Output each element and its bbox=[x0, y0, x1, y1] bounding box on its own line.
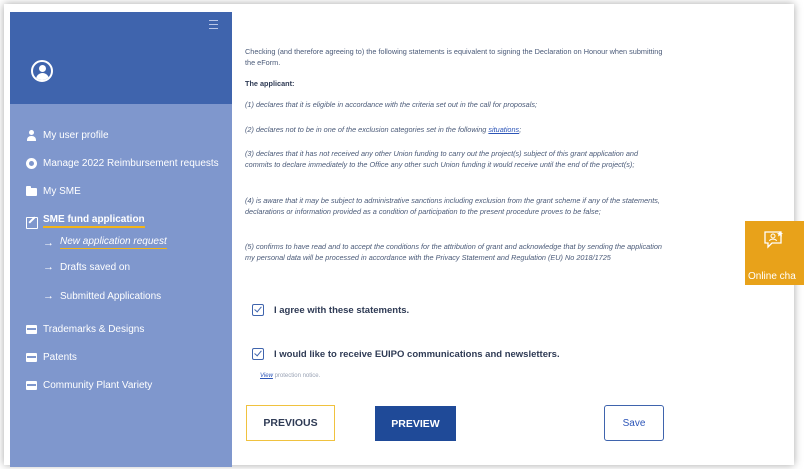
agree-label: I agree with these statements. bbox=[274, 304, 410, 316]
sidebar-subitem-submitted[interactable]: → Submitted Applications bbox=[43, 290, 161, 302]
sidebar-subitem-drafts[interactable]: → Drafts saved on bbox=[43, 261, 130, 273]
situations-link[interactable]: situations bbox=[488, 125, 519, 134]
arrow-right-icon: → bbox=[43, 261, 54, 273]
statement-5: (5) confirms to have read and to accept … bbox=[245, 242, 662, 262]
sidebar-item-label: SME fund application bbox=[43, 214, 145, 228]
chat-icon bbox=[764, 231, 783, 249]
agree-checkbox-row[interactable]: I agree with these statements. bbox=[252, 304, 409, 316]
statement-4: (4) is aware that it may be subject to a… bbox=[245, 196, 660, 216]
folder-icon bbox=[26, 186, 37, 197]
sidebar-item-label: My user profile bbox=[43, 130, 109, 141]
online-chat-button[interactable]: Online cha bbox=[745, 221, 804, 285]
newsletter-label: I would like to receive EUIPO communicat… bbox=[274, 348, 560, 360]
sidebar-item-label: Patents bbox=[43, 352, 77, 363]
sidebar-item-my-sme[interactable]: My SME bbox=[26, 186, 81, 197]
sidebar-item-reimbursement[interactable]: Manage 2022 Reimbursement requests bbox=[26, 158, 219, 169]
chat-label: Online cha bbox=[748, 271, 796, 282]
sidebar-subitem-label: Submitted Applications bbox=[60, 290, 162, 302]
protection-notice: View protection notice. bbox=[260, 373, 320, 379]
declaration-intro: Checking (and therefore agreeing to) the… bbox=[245, 47, 663, 67]
card-icon bbox=[26, 324, 37, 335]
user-icon bbox=[26, 130, 37, 141]
sidebar-item-label: My SME bbox=[43, 186, 81, 197]
preview-button[interactable]: PREVIEW bbox=[375, 406, 456, 441]
avatar[interactable] bbox=[31, 60, 53, 82]
sidebar-header bbox=[10, 12, 232, 104]
notice-text: protection notice. bbox=[272, 373, 321, 379]
statement-2-text: (2) declares not to be in one of the exc… bbox=[245, 125, 489, 134]
agree-checkbox[interactable] bbox=[252, 304, 264, 316]
statement-2-suffix: ; bbox=[519, 125, 522, 134]
sidebar-item-label: Trademarks & Designs bbox=[43, 324, 145, 335]
sidebar-item-plant-variety[interactable]: Community Plant Variety bbox=[26, 380, 152, 391]
previous-button[interactable]: PREVIOUS bbox=[246, 405, 335, 441]
applicant-heading: The applicant: bbox=[245, 79, 295, 88]
sidebar-subitem-label: Drafts saved on bbox=[60, 261, 131, 273]
view-notice-link[interactable]: View bbox=[260, 373, 273, 379]
hamburger-menu-icon[interactable] bbox=[209, 20, 218, 29]
arrow-right-icon: → bbox=[43, 290, 54, 302]
sidebar-subitem-label: New application request bbox=[60, 236, 167, 249]
sidebar-item-label: Community Plant Variety bbox=[43, 380, 153, 391]
sidebar-item-sme-fund-application[interactable]: SME fund application bbox=[26, 214, 145, 229]
gear-icon bbox=[26, 158, 37, 169]
sidebar-item-user-profile[interactable]: My user profile bbox=[26, 130, 109, 141]
newsletter-checkbox-row[interactable]: I would like to receive EUIPO communicat… bbox=[252, 348, 560, 360]
statement-2: (2) declares not to be in one of the exc… bbox=[245, 124, 665, 135]
statement-3: (3) declares that it has not received an… bbox=[245, 149, 639, 169]
sidebar: My user profile Manage 2022 Reimbursemen… bbox=[10, 12, 232, 467]
newsletter-checkbox[interactable] bbox=[252, 348, 264, 360]
arrow-right-icon: → bbox=[43, 236, 54, 249]
card-icon bbox=[26, 352, 37, 363]
sidebar-item-label: Manage 2022 Reimbursement requests bbox=[43, 158, 219, 169]
card-icon bbox=[26, 380, 37, 391]
edit-icon bbox=[26, 216, 38, 229]
sidebar-item-trademarks[interactable]: Trademarks & Designs bbox=[26, 324, 144, 335]
sidebar-item-patents[interactable]: Patents bbox=[26, 352, 77, 363]
save-button[interactable]: Save bbox=[604, 405, 664, 441]
statement-1: (1) declares that it is eligible in acco… bbox=[245, 100, 538, 109]
sidebar-subitem-new-application[interactable]: → New application request bbox=[43, 236, 167, 249]
